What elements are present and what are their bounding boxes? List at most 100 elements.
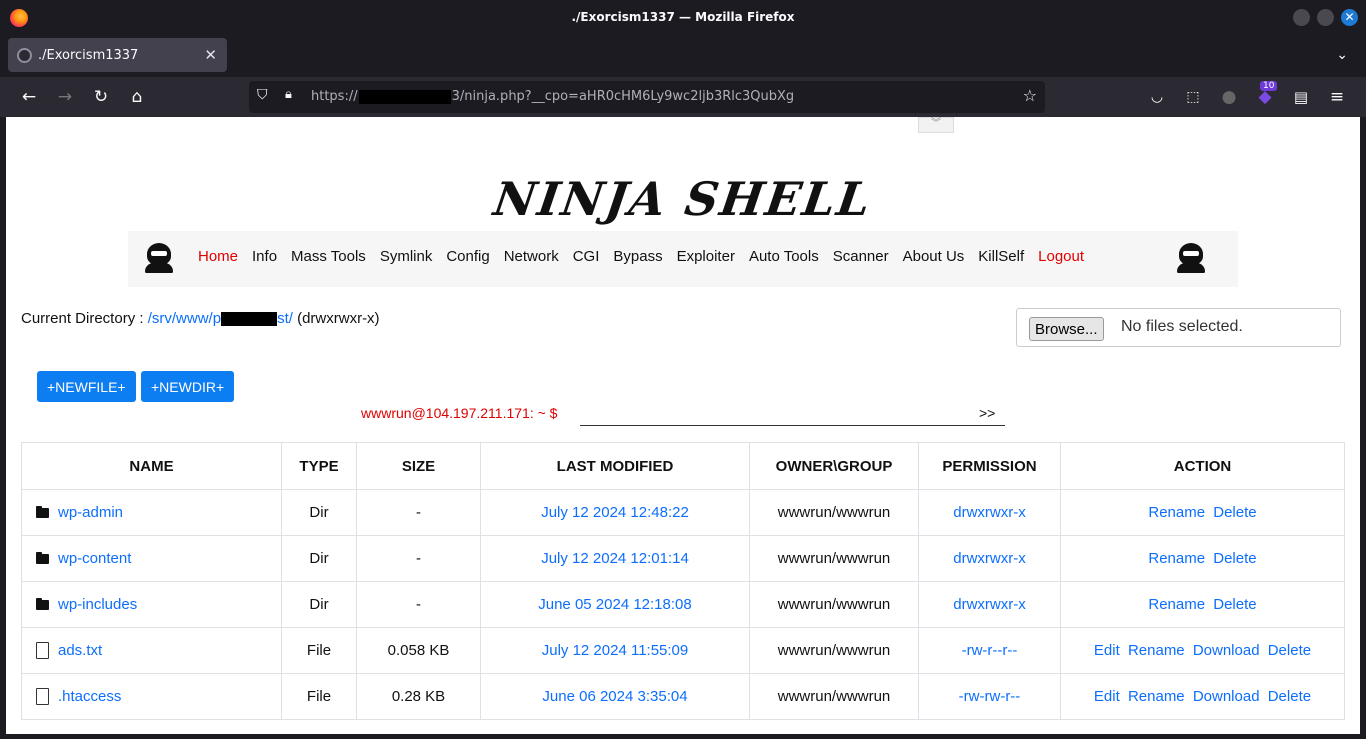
scroll-chevron-icon[interactable]: ︾ bbox=[918, 117, 954, 133]
action-rename-link[interactable]: Rename bbox=[1148, 550, 1205, 567]
upload-status: No files selected. bbox=[1121, 318, 1243, 335]
file-name-link[interactable]: .htaccess bbox=[58, 688, 121, 705]
home-icon[interactable]: ⌂ bbox=[126, 86, 148, 108]
navigation-toolbar: ← → ↻ ⌂ ⛉ 🔒︎ https://3/ninja.php?__cpo=a… bbox=[0, 77, 1366, 117]
url-text[interactable]: https://3/ninja.php?__cpo=aHR0cHM6Ly9wc2… bbox=[311, 89, 794, 104]
permission-link[interactable]: drwxrwxr-x bbox=[953, 550, 1026, 567]
forward-arrow-icon[interactable]: → bbox=[54, 86, 76, 108]
close-window-button[interactable]: ✕ bbox=[1341, 9, 1358, 26]
cell-type: Dir bbox=[281, 535, 357, 582]
dir-link-srv[interactable]: /srv bbox=[148, 310, 172, 327]
menu-logout[interactable]: Logout bbox=[1038, 248, 1084, 265]
ninja-right-icon bbox=[1176, 243, 1206, 273]
menu-killself[interactable]: KillSelf bbox=[978, 248, 1024, 265]
action-download-link[interactable]: Download bbox=[1193, 688, 1260, 705]
ninja-shell-logo: NINJA SHELL bbox=[490, 172, 876, 226]
window-title: ./Exorcism1337 — Mozilla Firefox bbox=[571, 10, 795, 24]
file-name-link[interactable]: wp-content bbox=[58, 550, 131, 567]
reader-view-icon[interactable]: ▤ bbox=[1290, 86, 1312, 108]
tab-exorcism[interactable]: ./Exorcism1337 ✕ bbox=[8, 38, 227, 72]
col-last-modified: LAST MODIFIED bbox=[480, 442, 750, 490]
tab-title: ./Exorcism1337 bbox=[38, 48, 139, 63]
action-edit-link[interactable]: Edit bbox=[1094, 642, 1120, 659]
action-rename-link[interactable]: Rename bbox=[1148, 596, 1205, 613]
menu-mass-tools[interactable]: Mass Tools bbox=[291, 248, 366, 265]
action-delete-link[interactable]: Delete bbox=[1213, 504, 1256, 521]
new-dir-button[interactable]: +NEWDIR+ bbox=[141, 371, 235, 402]
menu-symlink[interactable]: Symlink bbox=[380, 248, 433, 265]
window-titlebar: ./Exorcism1337 — Mozilla Firefox ✕ bbox=[0, 0, 1366, 35]
permission-link[interactable]: -rw-r--r-- bbox=[962, 642, 1018, 659]
col-owner-group: OWNER\GROUP bbox=[749, 442, 919, 490]
cell-owner: wwwrun/wwwrun bbox=[749, 673, 919, 720]
new-file-button[interactable]: +NEWFILE+ bbox=[37, 371, 136, 402]
menu-scanner[interactable]: Scanner bbox=[833, 248, 889, 265]
action-download-link[interactable]: Download bbox=[1193, 642, 1260, 659]
action-delete-link[interactable]: Delete bbox=[1268, 688, 1311, 705]
list-all-tabs-chevron-icon[interactable]: ⌄ bbox=[1336, 47, 1348, 63]
file-table: NAME TYPE SIZE LAST MODIFIED OWNER\GROUP… bbox=[21, 442, 1345, 720]
action-edit-link[interactable]: Edit bbox=[1094, 688, 1120, 705]
file-name-link[interactable]: wp-admin bbox=[58, 504, 123, 521]
maximize-button[interactable] bbox=[1317, 9, 1334, 26]
table-row: .htaccess File 0.28 KB June 06 2024 3:35:04… bbox=[21, 673, 1345, 720]
file-icon bbox=[36, 688, 49, 706]
action-rename-link[interactable]: Rename bbox=[1128, 688, 1185, 705]
bookmark-star-icon[interactable]: ☆ bbox=[1023, 86, 1037, 105]
modified-link[interactable]: July 12 2024 12:48:22 bbox=[541, 504, 689, 521]
permission-link[interactable]: drwxrwxr-x bbox=[953, 504, 1026, 521]
cell-name: wp-includes bbox=[21, 581, 282, 628]
col-size: SIZE bbox=[356, 442, 481, 490]
menu-info[interactable]: Info bbox=[252, 248, 277, 265]
minimize-button[interactable] bbox=[1293, 9, 1310, 26]
modified-link[interactable]: July 12 2024 11:55:09 bbox=[542, 642, 689, 659]
permission-link[interactable]: drwxrwxr-x bbox=[953, 596, 1026, 613]
menu-items: Home Info Mass Tools Symlink Config Network CG… bbox=[198, 248, 1098, 265]
cell-action: Rename Delete bbox=[1060, 535, 1345, 582]
modified-link[interactable]: June 06 2024 3:35:04 bbox=[542, 688, 687, 705]
hamburger-menu-icon[interactable]: ≡ bbox=[1326, 86, 1348, 108]
extension-android-icon[interactable]: ● bbox=[1218, 86, 1240, 108]
menu-bypass[interactable]: Bypass bbox=[613, 248, 662, 265]
browse-button[interactable]: Browse... bbox=[1029, 317, 1104, 341]
lock-icon[interactable]: 🔒︎ bbox=[285, 87, 292, 102]
pocket-icon[interactable]: ◡ bbox=[1146, 86, 1168, 108]
reload-icon[interactable]: ↻ bbox=[90, 86, 112, 108]
menu-auto-tools[interactable]: Auto Tools bbox=[749, 248, 819, 265]
close-tab-icon[interactable]: ✕ bbox=[204, 46, 217, 64]
action-delete-link[interactable]: Delete bbox=[1213, 596, 1256, 613]
tracking-shield-icon[interactable]: ⛉ bbox=[257, 87, 268, 103]
dir-link-p[interactable]: /p bbox=[209, 310, 222, 327]
folder-icon bbox=[36, 552, 49, 565]
cell-modified: July 12 2024 12:48:22 bbox=[480, 489, 750, 536]
cell-size: 0.058 KB bbox=[356, 627, 481, 674]
file-name-link[interactable]: ads.txt bbox=[58, 642, 102, 659]
permission-link[interactable]: -rw-rw-r-- bbox=[959, 688, 1021, 705]
extensions-puzzle-icon[interactable]: ⬚ bbox=[1182, 86, 1204, 108]
command-input[interactable] bbox=[580, 400, 1005, 426]
url-bar[interactable]: ⛉ 🔒︎ https://3/ninja.php?__cpo=aHR0cHM6L… bbox=[249, 81, 1045, 113]
menu-exploiter[interactable]: Exploiter bbox=[677, 248, 735, 265]
file-name-link[interactable]: wp-includes bbox=[58, 596, 137, 613]
action-rename-link[interactable]: Rename bbox=[1148, 504, 1205, 521]
dir-link-www[interactable]: /www bbox=[172, 310, 209, 327]
cell-type: Dir bbox=[281, 489, 357, 536]
menu-home[interactable]: Home bbox=[198, 248, 238, 265]
action-rename-link[interactable]: Rename bbox=[1128, 642, 1185, 659]
back-arrow-icon[interactable]: ← bbox=[18, 86, 40, 108]
command-execute-button[interactable]: >> bbox=[979, 405, 995, 421]
modified-link[interactable]: July 12 2024 12:01:14 bbox=[541, 550, 689, 567]
menu-about-us[interactable]: About Us bbox=[903, 248, 965, 265]
col-name: NAME bbox=[21, 442, 282, 490]
cell-action: Rename Delete bbox=[1060, 581, 1345, 628]
redacted-host bbox=[358, 89, 451, 104]
cell-permission: drwxrwxr-x bbox=[918, 535, 1061, 582]
modified-link[interactable]: June 05 2024 12:18:08 bbox=[538, 596, 691, 613]
dir-link-site[interactable]: st/ bbox=[277, 310, 293, 327]
menu-cgi[interactable]: CGI bbox=[573, 248, 600, 265]
menu-config[interactable]: Config bbox=[446, 248, 489, 265]
current-directory: Current Directory : /srv/www/p st/ (drwxr… bbox=[21, 310, 380, 327]
action-delete-link[interactable]: Delete bbox=[1213, 550, 1256, 567]
action-delete-link[interactable]: Delete bbox=[1268, 642, 1311, 659]
menu-network[interactable]: Network bbox=[504, 248, 559, 265]
